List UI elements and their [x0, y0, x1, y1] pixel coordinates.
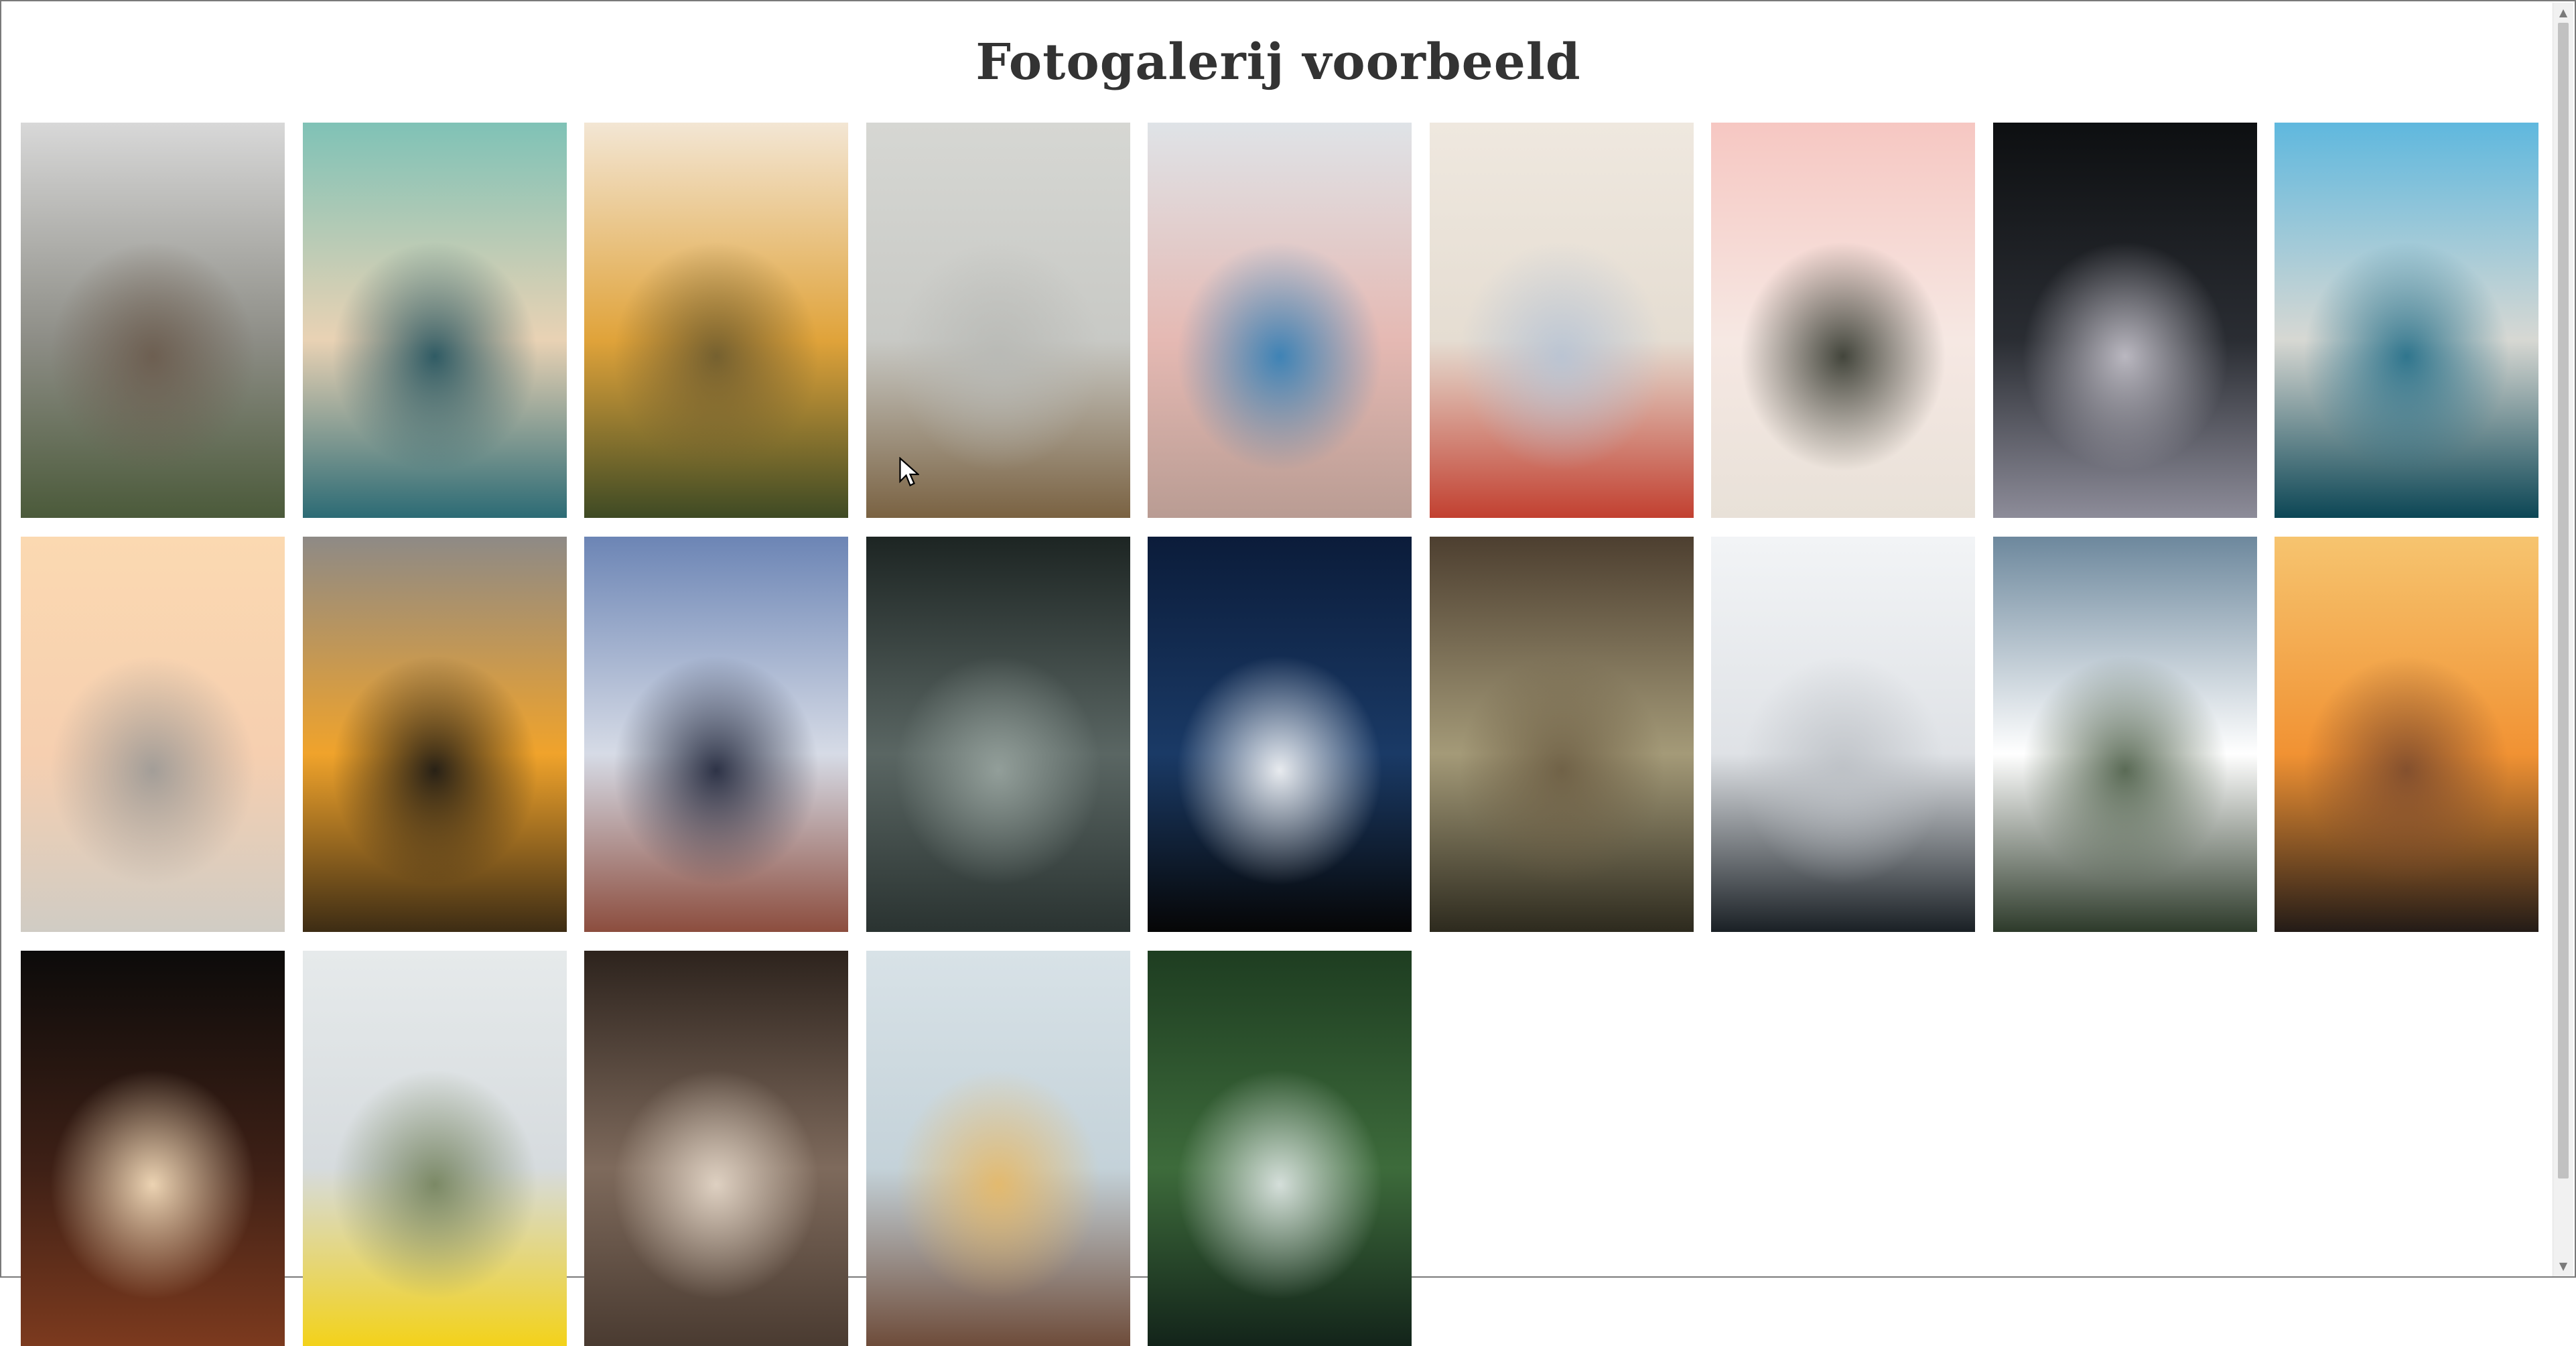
- scrollbar-thumb[interactable]: [2558, 23, 2569, 1179]
- photo-woman-dalmatian[interactable]: [1711, 123, 1975, 518]
- photo-city-skyline-sunset[interactable]: [302, 537, 567, 932]
- photo-yellow-flowers[interactable]: [584, 123, 848, 518]
- photo-louvre-pyramid[interactable]: [2275, 123, 2538, 518]
- photo-breakdancer-street[interactable]: [1148, 123, 1412, 518]
- photo-cliff-house[interactable]: [21, 123, 285, 518]
- photo-rainy-window-city[interactable]: [866, 537, 1130, 932]
- photo-misty-mountain-forest[interactable]: [1992, 537, 2257, 932]
- photo-gothic-arches[interactable]: [584, 951, 848, 1346]
- photo-lighthouse-night[interactable]: [1148, 537, 1412, 932]
- photo-jungle-waterfall[interactable]: [1148, 951, 1412, 1346]
- photo-hot-air-balloon[interactable]: [866, 951, 1130, 1346]
- photo-gallery: [21, 123, 2540, 1346]
- photo-dark-wave[interactable]: [1992, 123, 2257, 518]
- scroll-down-arrow-icon[interactable]: ▼: [2553, 1256, 2573, 1276]
- photo-white-building-corner[interactable]: [1711, 537, 1975, 932]
- vertical-scrollbar[interactable]: ▲ ▼: [2553, 3, 2573, 1276]
- photo-yellow-coat-hiker[interactable]: [302, 951, 567, 1346]
- photo-orange-sunset-hills[interactable]: [2275, 537, 2538, 932]
- photo-golden-gate-waves[interactable]: [584, 537, 848, 932]
- photo-cave-light[interactable]: [21, 951, 285, 1346]
- photo-white-spire[interactable]: [21, 537, 285, 932]
- photo-sailing-ship[interactable]: [302, 123, 567, 518]
- scroll-up-arrow-icon[interactable]: ▲: [2553, 3, 2573, 23]
- photo-apples-net-bag[interactable]: [1429, 123, 1694, 518]
- photo-tree-tunnel[interactable]: [1429, 537, 1694, 932]
- page-title: Fotogalerij voorbeeld: [975, 33, 1581, 91]
- mouse-cursor-icon: [899, 457, 919, 487]
